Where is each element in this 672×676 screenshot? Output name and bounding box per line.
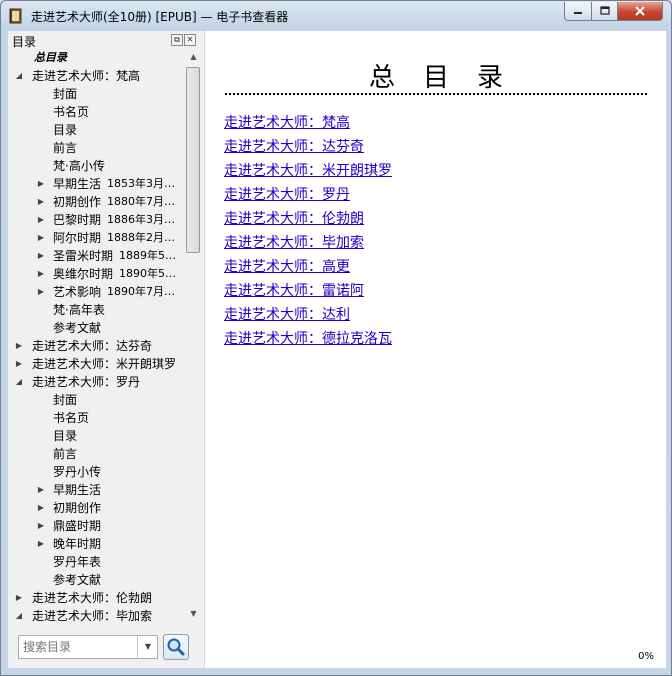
- collapsed-arrow-icon[interactable]: ▶: [36, 499, 46, 517]
- book-link[interactable]: 走进艺术大师：高更: [224, 255, 392, 279]
- toc-item-label: 鼎盛时期: [53, 519, 102, 533]
- page-heading: 总目录: [225, 61, 647, 95]
- toc-item-label: 总目录: [34, 51, 67, 64]
- toc-item-label: 封面: [53, 393, 78, 407]
- expanded-arrow-icon[interactable]: ◢: [14, 373, 24, 391]
- client-area: 目录 ⧉ ✕ 总目录 ◢ 走进艺术大师：梵高 封面 书名页 目录 前言 梵·高小传 ▶ 早期生活 1…: [8, 31, 666, 668]
- close-icon: [635, 6, 645, 16]
- toc-item-label: 走进艺术大师：梵高: [32, 69, 141, 83]
- toc-item-label: 奥维尔时期: [53, 267, 114, 281]
- toc-item-date: 1888年2月…: [107, 231, 175, 244]
- toc-item-label: 参考文献: [53, 321, 102, 335]
- collapsed-arrow-icon[interactable]: ▶: [36, 175, 46, 193]
- toc-search-box: ▼: [18, 635, 158, 659]
- toc-tree[interactable]: 总目录 ◢ 走进艺术大师：梵高 封面 书名页 目录 前言 梵·高小传 ▶ 早期生活 1853年3月……: [8, 49, 185, 622]
- undock-icon[interactable]: ⧉: [171, 34, 183, 46]
- collapsed-arrow-icon[interactable]: ▶: [36, 211, 46, 229]
- book-link[interactable]: 走进艺术大师：达芬奇: [224, 135, 392, 159]
- toc-item-date: 1890年7月…: [107, 285, 175, 298]
- toc-item-label: 巴黎时期: [53, 213, 102, 227]
- collapsed-arrow-icon[interactable]: ▶: [14, 337, 24, 355]
- minimize-icon: [574, 12, 582, 14]
- app-window: 走进艺术大师(全10册) [EPUB] — 电子书查看器 目录 ⧉ ✕ 总目录 ◢…: [0, 0, 672, 676]
- toc-item-label: 圣雷米时期: [53, 249, 114, 263]
- toc-item-date: 1853年3月…: [107, 177, 175, 190]
- collapsed-arrow-icon[interactable]: ▶: [36, 193, 46, 211]
- toc-panel-header: 目录 ⧉ ✕: [8, 31, 202, 49]
- toc-scrollbar[interactable]: ▲ ▼: [185, 49, 202, 622]
- scroll-down-icon[interactable]: ▼: [185, 606, 202, 622]
- toc-item-label: 初期创作: [53, 501, 102, 515]
- toc-item-label: 罗丹年表: [53, 555, 102, 569]
- search-icon: [167, 638, 185, 656]
- toc-item-label: 早期生活: [53, 483, 102, 497]
- collapsed-arrow-icon[interactable]: ▶: [36, 535, 46, 553]
- book-link[interactable]: 走进艺术大师：梵高: [224, 111, 392, 135]
- panel-close-icon[interactable]: ✕: [184, 34, 196, 46]
- toc-item-label: 晚年时期: [53, 537, 102, 551]
- book-link[interactable]: 走进艺术大师：米开朗琪罗: [224, 159, 392, 183]
- toc-item-label: 封面: [53, 87, 78, 101]
- toc-item-label: 前言: [53, 141, 78, 155]
- chevron-down-icon[interactable]: ▼: [137, 636, 158, 658]
- collapsed-arrow-icon[interactable]: ▶: [14, 355, 24, 373]
- maximize-icon: [599, 6, 610, 15]
- toc-link-list: 走进艺术大师：梵高 走进艺术大师：达芬奇 走进艺术大师：米开朗琪罗 走进艺术大师：罗丹…: [224, 111, 392, 351]
- toc-item-label: 早期生活: [53, 177, 102, 191]
- toc-item-label: 走进艺术大师：罗丹: [32, 375, 141, 389]
- toc-search-input[interactable]: [19, 636, 135, 658]
- scroll-up-icon[interactable]: ▲: [185, 49, 202, 65]
- toc-item-date: 1880年7月…: [107, 195, 175, 208]
- collapsed-arrow-icon[interactable]: ▶: [36, 247, 46, 265]
- collapsed-arrow-icon[interactable]: ▶: [36, 481, 46, 499]
- toc-item-label: 初期创作: [53, 195, 102, 209]
- toc-item-label: 梵·高年表: [53, 303, 105, 317]
- collapsed-arrow-icon[interactable]: ▶: [36, 265, 46, 283]
- toc-item-label: 艺术影响: [53, 285, 102, 299]
- reading-progress: 0%: [638, 651, 654, 662]
- book-view: 总目录 走进艺术大师：梵高 走进艺术大师：达芬奇 走进艺术大师：米开朗琪罗 走进艺术大…: [204, 31, 666, 668]
- book-link[interactable]: 走进艺术大师：伦勃朗: [224, 207, 392, 231]
- collapsed-arrow-icon[interactable]: ▶: [36, 229, 46, 247]
- toc-item-label: 罗丹小传: [53, 465, 102, 479]
- toc-item-label: 目录: [53, 123, 78, 137]
- collapsed-arrow-icon[interactable]: ▶: [36, 517, 46, 535]
- toc-item-label: 走进艺术大师：米开朗琪罗: [32, 357, 177, 371]
- toc-item-label: 走进艺术大师：伦勃朗: [32, 591, 153, 605]
- search-button[interactable]: [163, 634, 189, 660]
- scroll-thumb[interactable]: [186, 67, 200, 253]
- expanded-arrow-icon[interactable]: ◢: [14, 67, 24, 85]
- toc-item-date: 1890年5…: [119, 267, 176, 280]
- toc-item-label: 前言: [53, 447, 78, 461]
- expanded-arrow-icon[interactable]: ◢: [14, 607, 24, 622]
- toc-item-label: 走进艺术大师：毕加索: [32, 609, 153, 622]
- book-app-icon: [9, 8, 22, 24]
- book-link[interactable]: 走进艺术大师：德拉克洛瓦: [224, 327, 392, 351]
- toc-item-label: 走进艺术大师：达芬奇: [32, 339, 153, 353]
- toc-item-label: 阿尔时期: [53, 231, 102, 245]
- book-link[interactable]: 走进艺术大师：罗丹: [224, 183, 392, 207]
- toc-item-label: 参考文献: [53, 573, 102, 587]
- maximize-button[interactable]: [591, 2, 618, 21]
- collapsed-arrow-icon[interactable]: ▶: [36, 283, 46, 301]
- toc-item-label: 目录: [53, 429, 78, 443]
- toc-item-label: 书名页: [53, 105, 90, 119]
- close-button[interactable]: [617, 2, 663, 21]
- book-link[interactable]: 走进艺术大师：雷诺阿: [224, 279, 392, 303]
- toc-panel-title: 目录: [12, 35, 37, 49]
- book-link[interactable]: 走进艺术大师：毕加索: [224, 231, 392, 255]
- toc-item-date: 1889年5…: [119, 249, 176, 262]
- toc-panel: 目录 ⧉ ✕ 总目录 ◢ 走进艺术大师：梵高 封面 书名页 目录 前言 梵·高小传 ▶ 早期生活 1…: [8, 31, 202, 668]
- toc-item-label: 书名页: [53, 411, 90, 425]
- minimize-button[interactable]: [564, 2, 592, 21]
- book-link[interactable]: 走进艺术大师：达利: [224, 303, 392, 327]
- toc-item-date: 1886年3月…: [107, 213, 175, 226]
- collapsed-arrow-icon[interactable]: ▶: [14, 589, 24, 607]
- toc-item-label: 梵·高小传: [53, 159, 105, 173]
- window-title: 走进艺术大师(全10册) [EPUB] — 电子书查看器: [31, 10, 289, 24]
- title-bar[interactable]: 走进艺术大师(全10册) [EPUB] — 电子书查看器: [1, 1, 671, 31]
